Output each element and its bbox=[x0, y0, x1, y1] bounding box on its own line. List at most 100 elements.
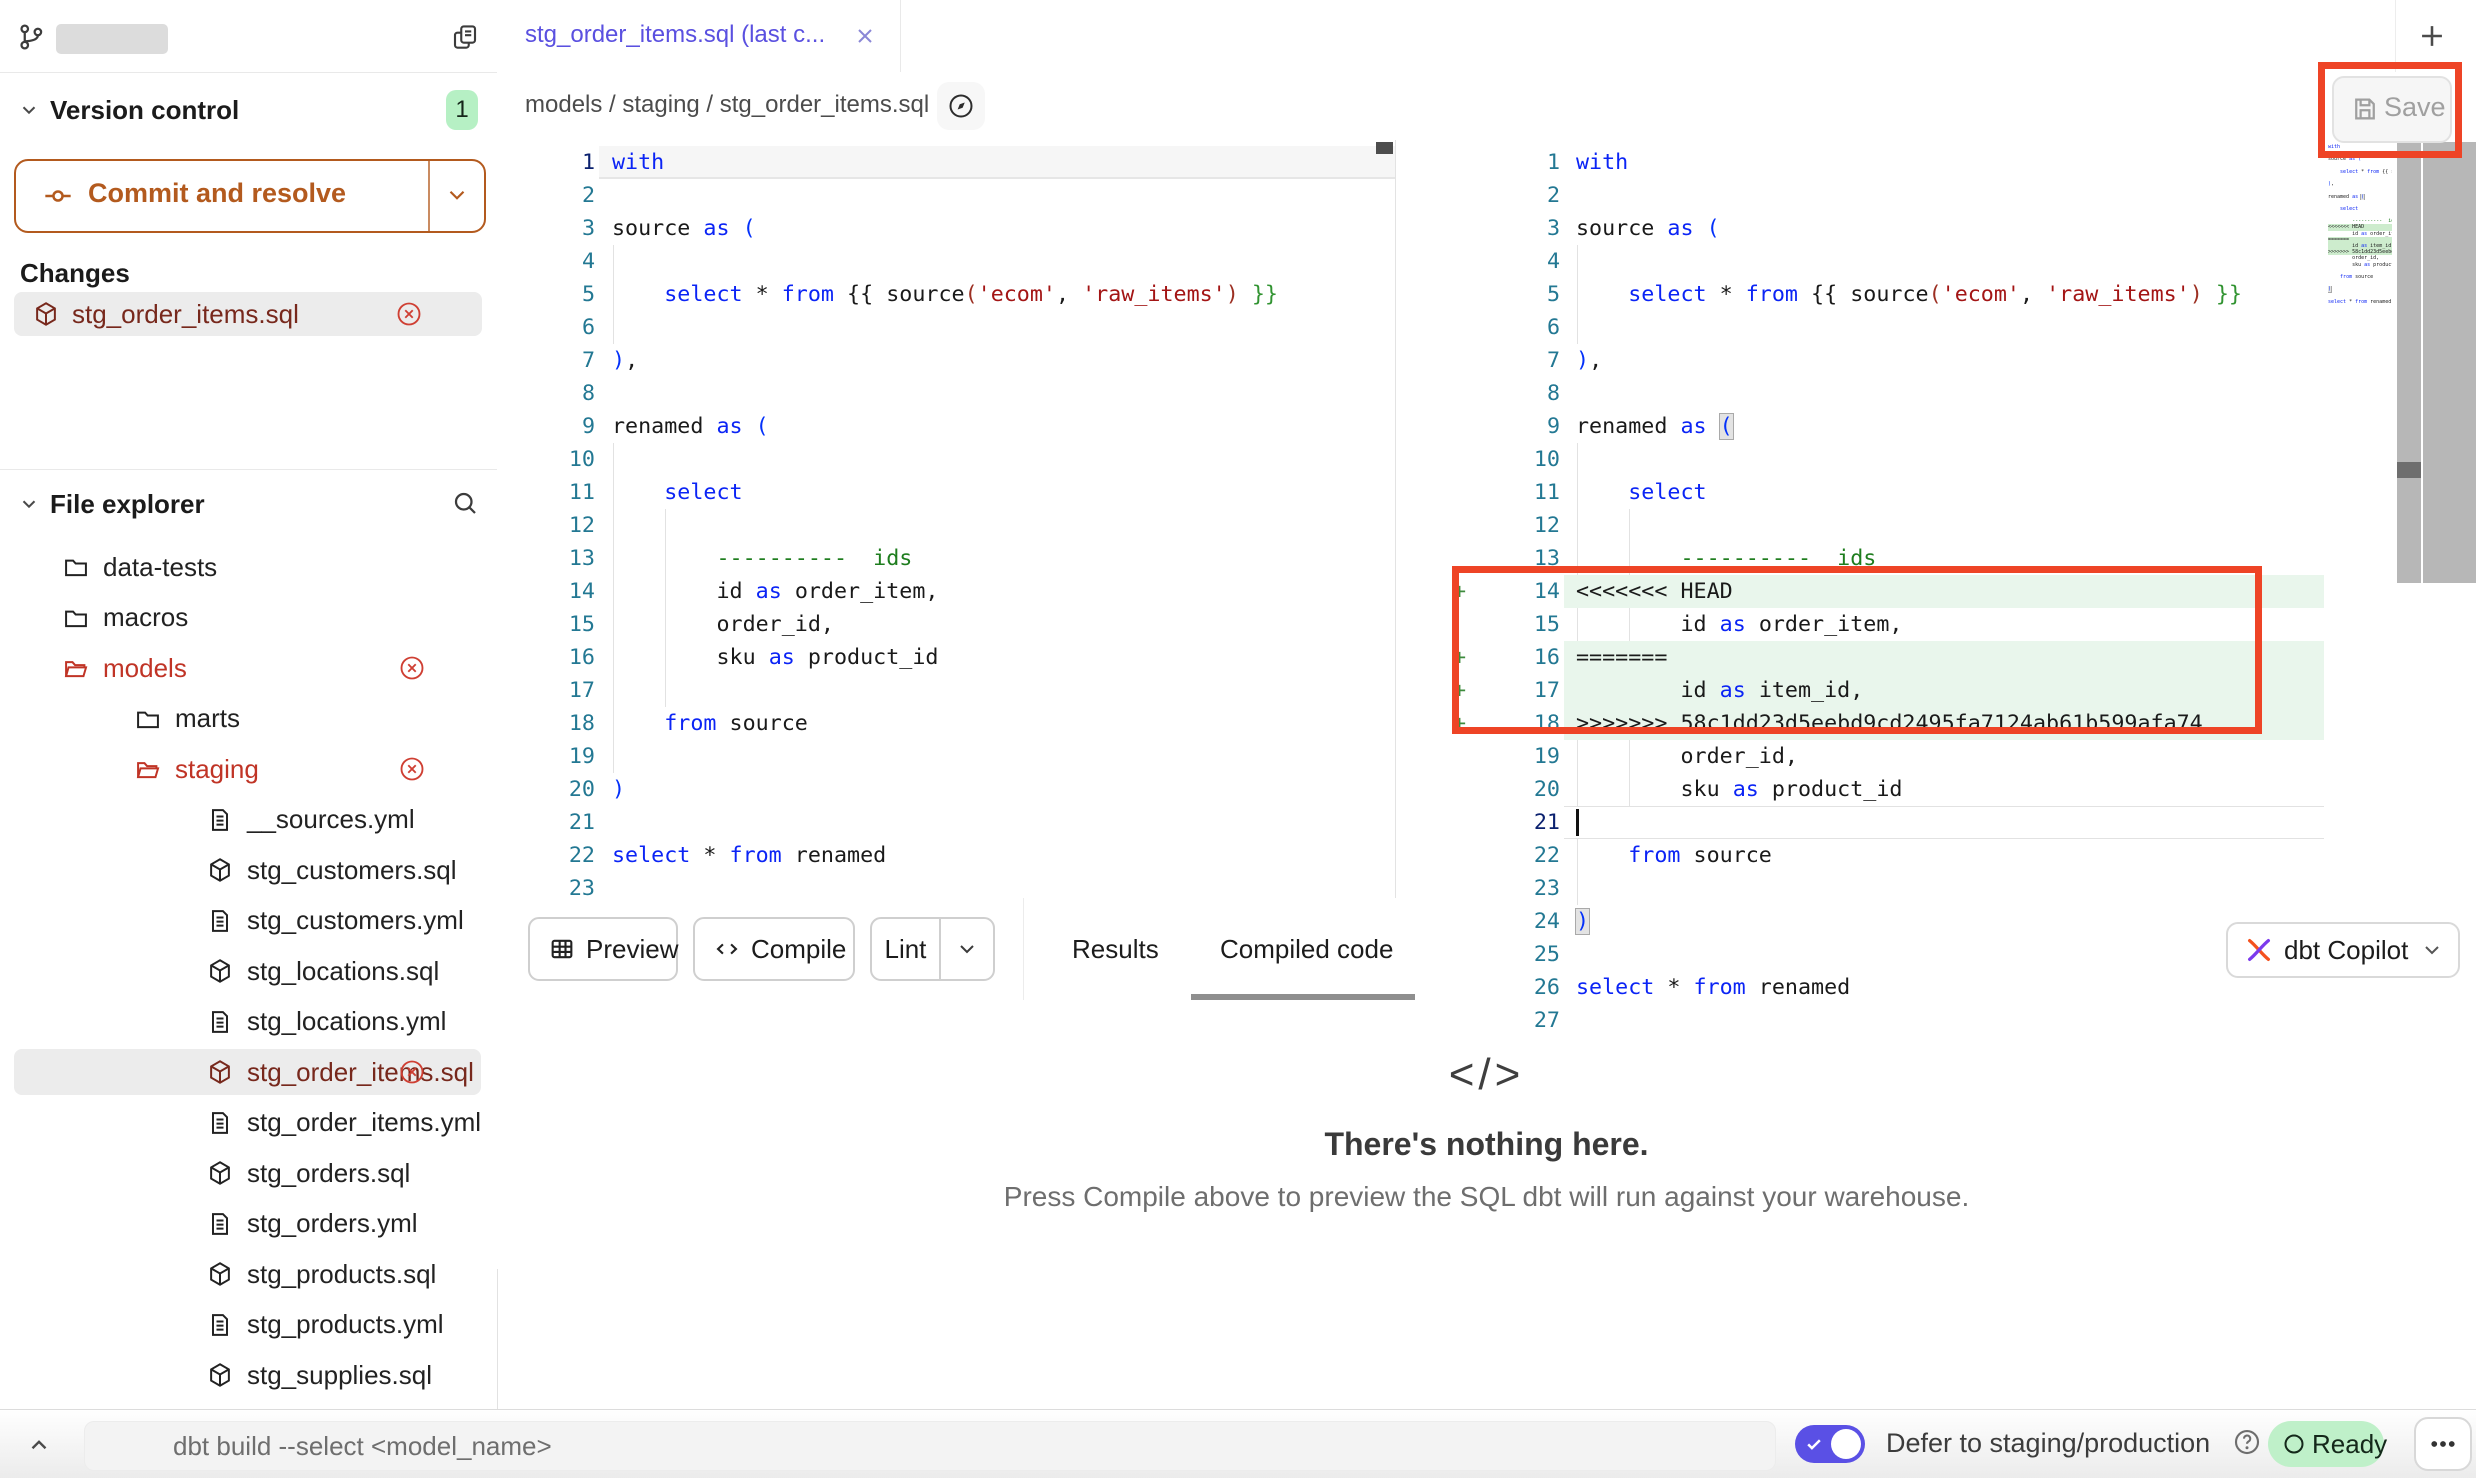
save-button[interactable]: Save bbox=[2332, 76, 2452, 143]
scrollbar-thumb[interactable] bbox=[2397, 462, 2421, 478]
code-line[interactable]: 8 bbox=[497, 377, 1395, 410]
code-line[interactable]: 5 select * from {{ source('ecom', 'raw_i… bbox=[1397, 278, 2324, 311]
code-line[interactable]: 13 ---------- ids bbox=[1397, 542, 2324, 575]
code-line[interactable]: 19 bbox=[497, 740, 1395, 773]
code-line[interactable]: 9renamed as ( bbox=[1397, 410, 2324, 443]
code-line[interactable]: 6 bbox=[1397, 311, 2324, 344]
code-line[interactable]: 9renamed as ( bbox=[497, 410, 1395, 443]
file-item[interactable]: stg_order_items.sql bbox=[0, 1047, 496, 1098]
discard-change-icon[interactable] bbox=[398, 654, 426, 682]
code-line[interactable]: 14 id as order_item, bbox=[497, 575, 1395, 608]
code-line[interactable]: 21 bbox=[1397, 806, 2324, 839]
lint-button[interactable]: Lint bbox=[870, 917, 995, 981]
discard-change-icon[interactable] bbox=[395, 300, 423, 328]
search-icon[interactable] bbox=[450, 488, 480, 518]
file-item[interactable]: stg_orders.yml bbox=[0, 1199, 496, 1250]
defer-toggle[interactable] bbox=[1795, 1425, 1865, 1463]
tab-stg-order-items[interactable]: stg_order_items.sql (last c... bbox=[497, 0, 901, 72]
code-line[interactable]: 6 bbox=[497, 311, 1395, 344]
code-line[interactable]: 3source as ( bbox=[497, 212, 1395, 245]
chevron-down-icon[interactable] bbox=[18, 99, 40, 121]
code-line[interactable]: 8 bbox=[1397, 377, 2324, 410]
git-branch-icon[interactable] bbox=[16, 22, 46, 52]
copy-icon[interactable] bbox=[450, 22, 480, 52]
dbt-copilot-button[interactable]: dbt Copilot bbox=[2226, 922, 2460, 978]
lineage-compass-icon[interactable] bbox=[937, 82, 985, 130]
code-line[interactable]: 12 bbox=[497, 509, 1395, 542]
code-line[interactable]: 15 order_id, bbox=[497, 608, 1395, 641]
chevron-down-icon[interactable] bbox=[18, 493, 40, 515]
commit-options-chevron-icon[interactable] bbox=[444, 182, 470, 208]
code-line[interactable]: 1with bbox=[497, 146, 1395, 179]
code-line[interactable]: 16 sku as product_id bbox=[497, 641, 1395, 674]
code-line[interactable]: 10 bbox=[1397, 443, 2324, 476]
close-icon[interactable] bbox=[853, 24, 877, 48]
code-line[interactable]: 4 bbox=[1397, 245, 2324, 278]
file-item[interactable]: marts bbox=[0, 694, 496, 745]
status-badge[interactable]: Ready bbox=[2268, 1421, 2384, 1467]
editor-scrollbar[interactable] bbox=[2397, 142, 2421, 583]
code-line[interactable]: 20) bbox=[497, 773, 1395, 806]
code-line[interactable]: 15 id as order_item, bbox=[1397, 608, 2324, 641]
minimap[interactable]: withsource as ( select * from {{ source(… bbox=[2328, 144, 2392, 311]
file-item[interactable]: stg_customers.sql bbox=[0, 845, 496, 896]
changed-file-item[interactable]: stg_order_items.sql bbox=[14, 292, 482, 336]
file-item[interactable]: stg_products.sql bbox=[0, 1249, 496, 1300]
code-line[interactable]: 21 bbox=[497, 806, 1395, 839]
file-item[interactable]: stg_order_items.yml bbox=[0, 1098, 496, 1149]
file-item[interactable]: staging bbox=[0, 744, 496, 795]
discard-change-icon[interactable] bbox=[398, 755, 426, 783]
compile-button[interactable]: Compile bbox=[693, 917, 855, 981]
code-line[interactable]: +16======= bbox=[1397, 641, 2324, 674]
code-line[interactable]: 1with bbox=[1397, 146, 2324, 179]
file-item[interactable]: macros bbox=[0, 593, 496, 644]
code-line[interactable]: 4 bbox=[497, 245, 1395, 278]
code-line[interactable]: +14<<<<<<< HEAD bbox=[1397, 575, 2324, 608]
code-line[interactable]: 11 select bbox=[1397, 476, 2324, 509]
file-item[interactable]: stg_customers.yml bbox=[0, 896, 496, 947]
file-item[interactable]: stg_locations.sql bbox=[0, 946, 496, 997]
file-item[interactable]: data-tests bbox=[0, 542, 496, 593]
file-item[interactable]: stg_supplies.sql bbox=[0, 1350, 496, 1401]
lint-options-chevron-icon[interactable] bbox=[941, 937, 993, 961]
code-line[interactable]: 22select * from renamed bbox=[497, 839, 1395, 872]
file-item[interactable]: stg_orders.sql bbox=[0, 1148, 496, 1199]
code-line[interactable]: 10 bbox=[497, 443, 1395, 476]
panel-scrollbar[interactable] bbox=[2423, 142, 2476, 583]
file-item[interactable]: __sources.yml bbox=[0, 795, 496, 846]
file-item[interactable]: models bbox=[0, 643, 496, 694]
code-line[interactable]: 18 from source bbox=[497, 707, 1395, 740]
discard-change-icon[interactable] bbox=[398, 1058, 426, 1086]
command-input[interactable] bbox=[84, 1421, 1776, 1471]
code-line[interactable]: 20 sku as product_id bbox=[1397, 773, 2324, 806]
tab-compiled-code[interactable]: Compiled code bbox=[1220, 934, 1393, 965]
file-item[interactable]: stg_locations.yml bbox=[0, 997, 496, 1048]
code-line[interactable]: 7), bbox=[1397, 344, 2324, 377]
file-explorer-header[interactable]: File explorer bbox=[0, 484, 497, 528]
left-pane-scrollbar-thumb[interactable] bbox=[1376, 142, 1393, 154]
code-line[interactable]: 3source as ( bbox=[1397, 212, 2324, 245]
code-line[interactable]: +18>>>>>>> 58c1dd23d5eebd9cd2495fa7124ab… bbox=[1397, 707, 2324, 740]
code-line[interactable]: 2 bbox=[497, 179, 1395, 212]
code-line[interactable]: 7), bbox=[497, 344, 1395, 377]
help-icon[interactable] bbox=[2232, 1427, 2262, 1457]
code-line[interactable]: 13 ---------- ids bbox=[497, 542, 1395, 575]
branch-name-placeholder[interactable] bbox=[56, 24, 168, 54]
code-line[interactable]: 17 bbox=[497, 674, 1395, 707]
code-line[interactable]: 19 order_id, bbox=[1397, 740, 2324, 773]
code-line[interactable]: 12 bbox=[1397, 509, 2324, 542]
code-line[interactable]: 2 bbox=[1397, 179, 2324, 212]
code-line[interactable]: 11 select bbox=[497, 476, 1395, 509]
line-number: 21 bbox=[1477, 806, 1560, 839]
tab-results[interactable]: Results bbox=[1072, 934, 1159, 965]
code-line[interactable]: 22 from source bbox=[1397, 839, 2324, 872]
code-line[interactable]: 5 select * from {{ source('ecom', 'raw_i… bbox=[497, 278, 1395, 311]
file-item[interactable]: stg_products.yml bbox=[0, 1300, 496, 1351]
more-options-button[interactable] bbox=[2414, 1417, 2472, 1471]
new-tab-plus-icon[interactable] bbox=[2415, 19, 2449, 53]
chevron-up-icon[interactable] bbox=[26, 1432, 52, 1458]
version-control-header[interactable]: Version control 1 bbox=[0, 90, 497, 130]
code-line[interactable]: +17 id as item_id, bbox=[1397, 674, 2324, 707]
commit-and-resolve-button[interactable]: Commit and resolve bbox=[14, 159, 486, 233]
preview-button[interactable]: Preview bbox=[528, 917, 678, 981]
